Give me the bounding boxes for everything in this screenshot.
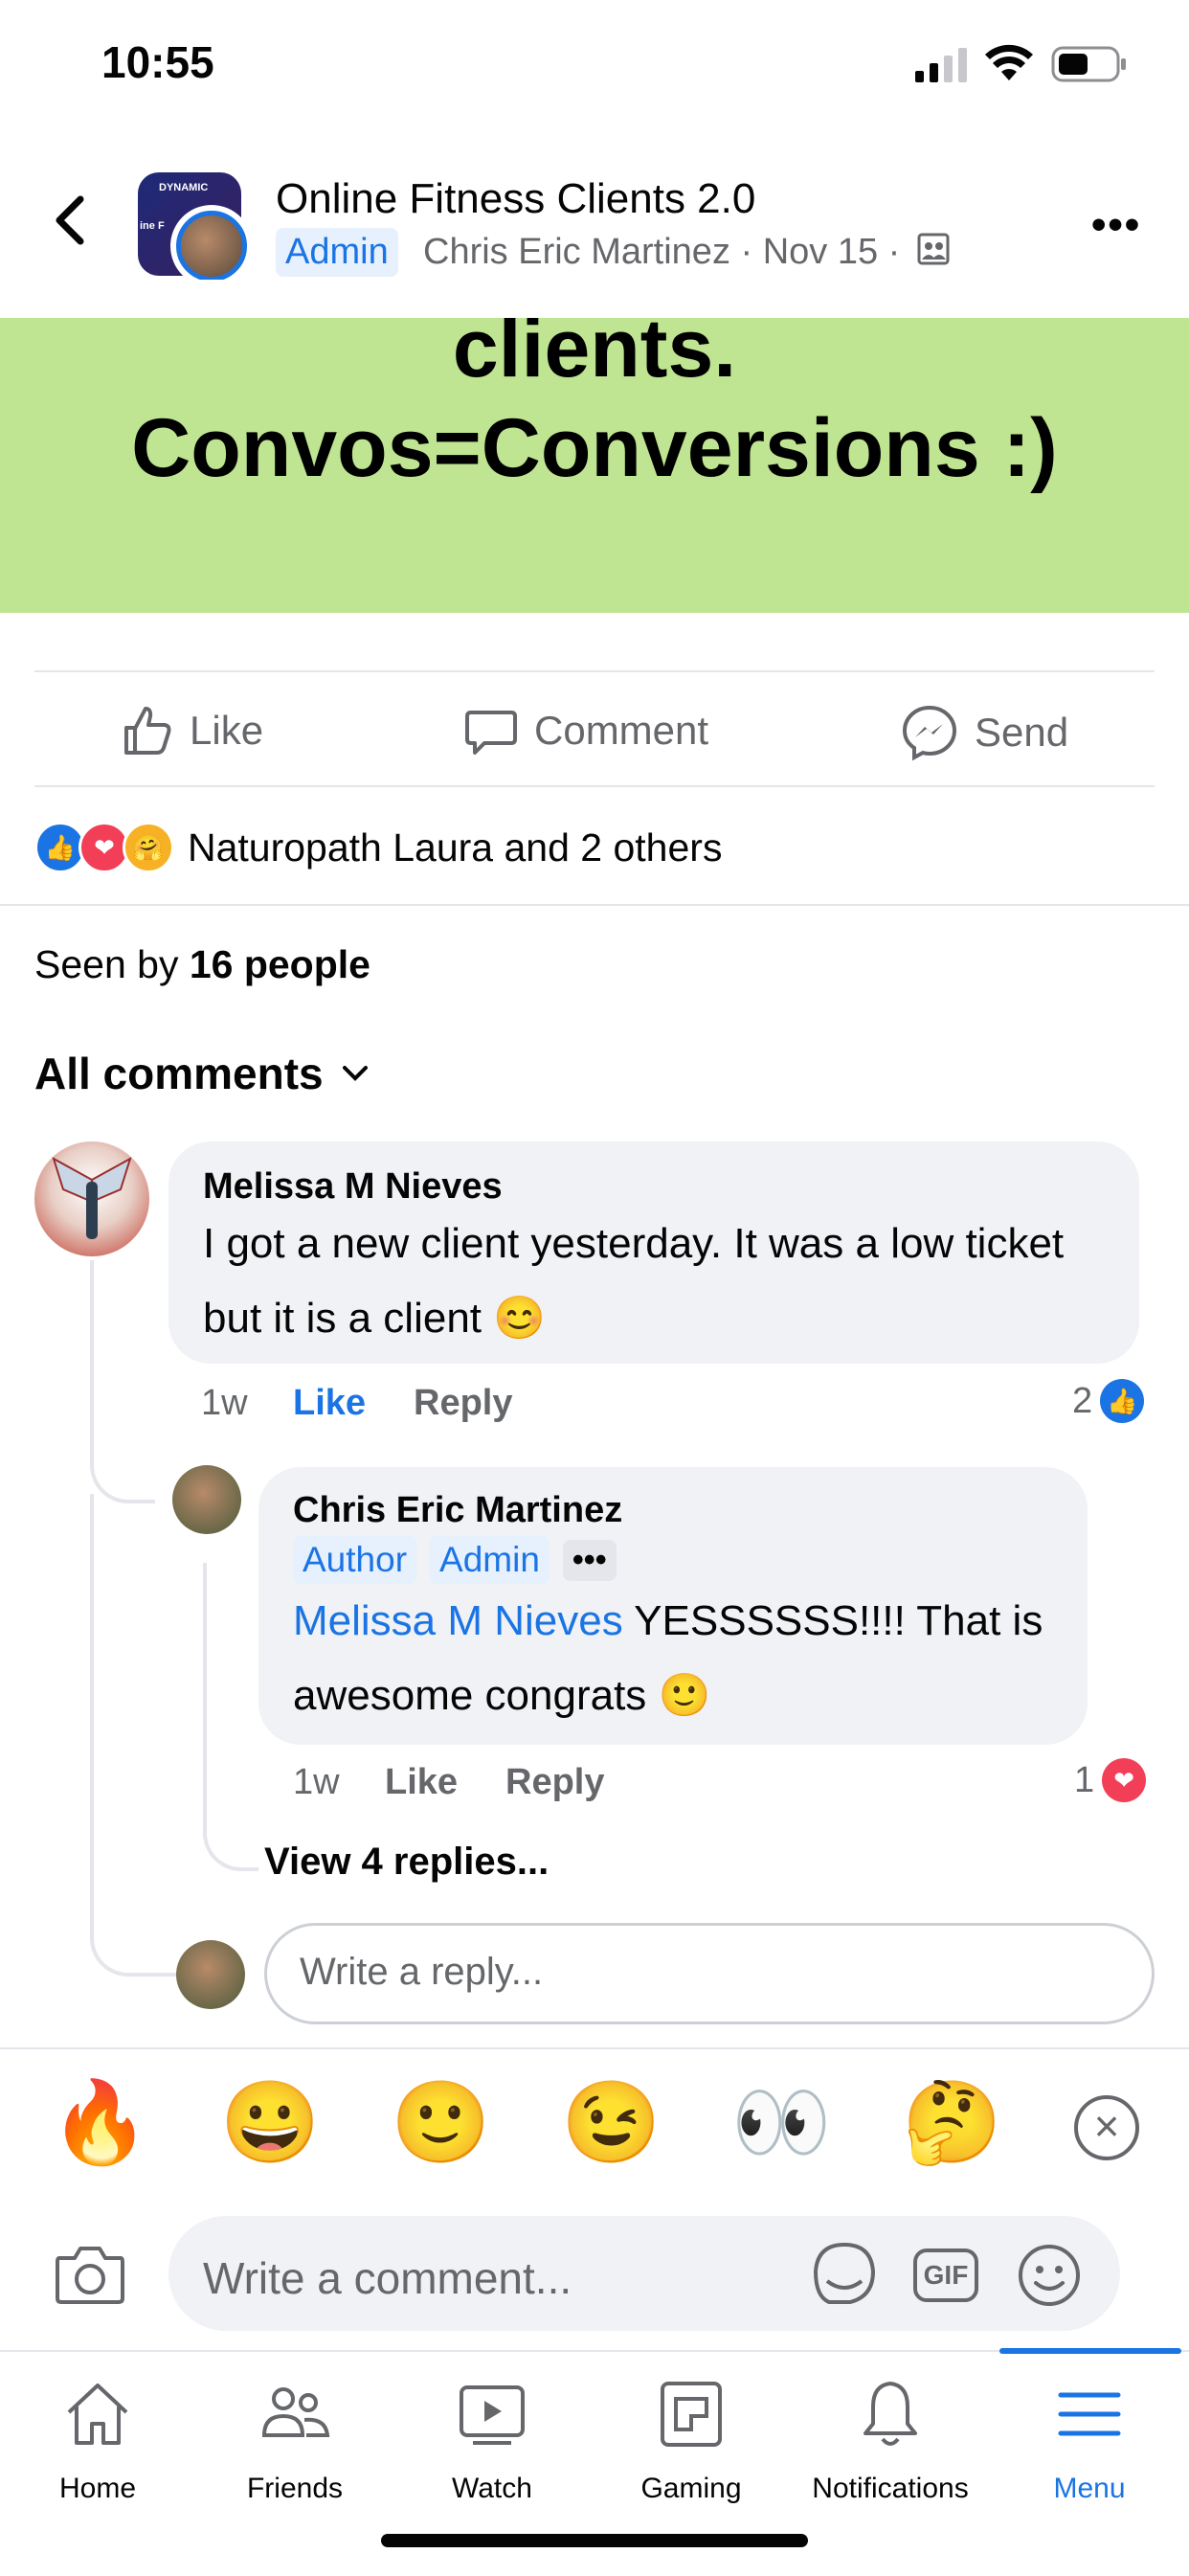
comment-like-button[interactable]: Like <box>293 1383 366 1424</box>
view-replies-link[interactable]: View 4 replies... <box>264 1841 549 1884</box>
gif-button[interactable]: GIF <box>913 2248 978 2302</box>
commenter-avatar[interactable] <box>34 1141 149 1256</box>
tab-notifications[interactable]: Notifications <box>804 2371 976 2505</box>
emoji-picker-button[interactable] <box>1017 2243 1082 2313</box>
reply-reply-button[interactable]: Reply <box>505 1762 604 1803</box>
like-button[interactable]: Like <box>119 703 263 758</box>
send-button[interactable]: Send <box>900 703 1068 762</box>
angel-wings-icon <box>52 1156 132 1239</box>
my-avatar <box>176 1940 245 2009</box>
bell-icon <box>864 2382 917 2446</box>
avatar-sticker-icon <box>813 2242 876 2304</box>
admin-badge: Admin <box>276 228 398 277</box>
reply-time: 1w <box>293 1762 340 1802</box>
more-options-button[interactable]: ••• <box>1091 201 1141 249</box>
comment-text: I got a new client yesterday. It was a l… <box>203 1220 1065 1342</box>
tab-menu[interactable]: Menu <box>1003 2371 1176 2505</box>
chevron-left-icon <box>56 195 84 245</box>
messenger-icon <box>902 705 957 761</box>
comment-time: 1w <box>201 1383 248 1423</box>
reply-reaction-count[interactable]: 1 ❤ <box>1074 1758 1147 1802</box>
comment-input[interactable]: Write a comment... <box>203 2252 572 2304</box>
admin-badge: Admin <box>430 1536 550 1584</box>
reply-text: Melissa M Nieves YESSSSSS!!!! That is aw… <box>293 1597 1043 1719</box>
camera-icon <box>56 2247 124 2304</box>
signal-icon <box>915 48 969 87</box>
camera-button[interactable] <box>54 2243 126 2311</box>
thread-line <box>90 1260 155 1503</box>
hamburger-menu-icon <box>1058 2392 1121 2436</box>
mention-link[interactable]: Melissa M Nieves <box>293 1597 623 1644</box>
grinning-emoji-button[interactable]: 😀 <box>220 2078 321 2166</box>
comment-reply-button[interactable]: Reply <box>414 1383 512 1424</box>
replier-avatar[interactable] <box>172 1465 241 1534</box>
thinking-emoji-button[interactable]: 🤔 <box>902 2078 1002 2166</box>
tab-friends[interactable]: Friends <box>209 2371 381 2505</box>
comment-filter-dropdown[interactable]: All comments <box>34 1048 370 1099</box>
like-reaction-icon: 👍 <box>1100 1379 1145 1423</box>
comment-reaction-count[interactable]: 2 👍 <box>1072 1379 1145 1423</box>
wink-emoji-button[interactable]: 😉 <box>561 2078 662 2166</box>
divider <box>0 904 1189 906</box>
thumbs-up-icon <box>124 707 171 755</box>
gaming-icon <box>661 2382 722 2447</box>
status-time: 10:55 <box>101 37 214 87</box>
reactions-summary[interactable]: 👍 ❤ 🤗 Naturopath Laura and 2 others <box>34 822 722 873</box>
divider <box>34 670 1155 672</box>
love-reaction-icon: ❤ <box>1102 1758 1147 1802</box>
battery-icon <box>1051 46 1128 87</box>
avatar-sticker-button[interactable] <box>810 2239 879 2313</box>
header-cover <box>0 280 1189 318</box>
post-byline: Chris Eric Martinez · Nov 15 · <box>423 232 951 276</box>
reply-input[interactable]: Write a reply... <box>264 1923 1155 2024</box>
commenter-name[interactable]: Melissa M Nieves <box>203 1166 503 1208</box>
replier-tags: Author Admin ••• <box>293 1536 617 1584</box>
friends-icon <box>261 2387 330 2437</box>
smiley-icon <box>1019 2245 1080 2306</box>
close-icon: × <box>1093 2101 1120 2151</box>
divider <box>34 785 1155 787</box>
fire-emoji-button[interactable]: 🔥 <box>50 2078 150 2166</box>
comment-button[interactable]: Comment <box>463 703 708 758</box>
audience-icon <box>916 232 951 276</box>
author-avatar[interactable] <box>176 211 247 282</box>
chevron-down-icon <box>342 1066 368 1081</box>
active-tab-indicator <box>999 2348 1181 2354</box>
thread-line <box>203 1563 258 1871</box>
more-badges-button[interactable]: ••• <box>562 1539 617 1581</box>
close-emoji-bar-button[interactable]: × <box>1074 2095 1139 2160</box>
post-date: · Nov 15 · <box>740 232 901 273</box>
author-name[interactable]: Chris Eric Martinez <box>423 232 730 272</box>
author-badge: Author <box>293 1536 417 1584</box>
seen-by[interactable]: Seen by 16 people <box>34 942 370 987</box>
home-icon <box>67 2384 128 2445</box>
care-reaction-icon: 🤗 <box>123 822 174 873</box>
thread-line <box>90 1494 178 1977</box>
comment-icon <box>465 711 517 755</box>
wifi-icon <box>984 44 1034 87</box>
home-indicator <box>381 2534 808 2547</box>
watch-icon <box>460 2385 525 2445</box>
smile-emoji-button[interactable]: 🙂 <box>391 2078 491 2166</box>
tab-watch[interactable]: Watch <box>406 2371 578 2505</box>
eyes-emoji-button[interactable]: 👀 <box>731 2078 832 2166</box>
group-name[interactable]: Online Fitness Clients 2.0 <box>276 175 755 223</box>
post-text: clients. Convos=Conversions :) <box>131 303 1058 494</box>
tab-home[interactable]: Home <box>11 2371 184 2505</box>
tab-gaming[interactable]: Gaming <box>605 2371 777 2505</box>
reply-like-button[interactable]: Like <box>385 1762 458 1803</box>
back-button[interactable] <box>50 192 88 249</box>
replier-name[interactable]: Chris Eric Martinez <box>293 1490 622 1531</box>
